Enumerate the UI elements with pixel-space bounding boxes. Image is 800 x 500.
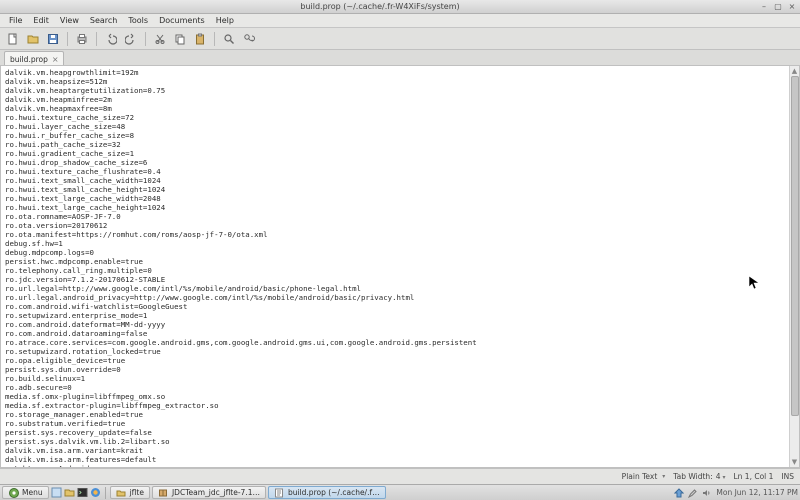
tab-buildprop[interactable]: build.prop × bbox=[4, 51, 64, 65]
new-file-button[interactable] bbox=[4, 30, 22, 48]
tab-close-button[interactable]: × bbox=[52, 55, 59, 64]
menu-tools[interactable]: Tools bbox=[123, 15, 153, 26]
print-button[interactable] bbox=[73, 30, 91, 48]
menu-file[interactable]: File bbox=[4, 15, 27, 26]
paste-button[interactable] bbox=[191, 30, 209, 48]
taskbar-item-jdcteam[interactable]: JDCTeam_jdc_jflte-7.1… bbox=[152, 486, 266, 499]
scroll-down-arrow-icon[interactable]: ▼ bbox=[790, 457, 799, 467]
open-folder-icon bbox=[27, 33, 39, 45]
tray-pen-icon[interactable] bbox=[688, 488, 698, 498]
search-icon bbox=[223, 33, 235, 45]
scrollbar-thumb[interactable] bbox=[791, 76, 799, 416]
syntax-selector[interactable]: Plain Text bbox=[622, 472, 666, 481]
archive-icon bbox=[158, 487, 169, 498]
taskbar-item-buildprop[interactable]: build.prop (~/.cache/.f… bbox=[268, 486, 386, 499]
find-button[interactable] bbox=[220, 30, 238, 48]
taskbar-item-label: build.prop (~/.cache/.f… bbox=[288, 488, 380, 497]
find-replace-button[interactable] bbox=[240, 30, 258, 48]
toolbar-separator bbox=[96, 32, 97, 46]
text-editor[interactable]: dalvik.vm.heapgrowthlimit=192m dalvik.vm… bbox=[1, 66, 789, 467]
toolbar-separator bbox=[67, 32, 68, 46]
system-tray: Mon Jun 12, 11:17 PM bbox=[674, 488, 798, 498]
toolbar bbox=[0, 28, 800, 50]
window-close-button[interactable]: × bbox=[786, 2, 798, 12]
mouse-cursor-icon bbox=[749, 276, 759, 290]
paste-icon bbox=[194, 33, 206, 45]
browser-launcher[interactable] bbox=[90, 487, 101, 498]
taskbar-item-label: JDCTeam_jdc_jflte-7.1… bbox=[172, 488, 260, 497]
tray-volume-icon[interactable] bbox=[702, 488, 712, 498]
scroll-up-arrow-icon[interactable]: ▲ bbox=[790, 66, 799, 76]
cut-button[interactable] bbox=[151, 30, 169, 48]
tray-clock[interactable]: Mon Jun 12, 11:17 PM bbox=[716, 488, 798, 497]
new-file-icon bbox=[7, 33, 19, 45]
taskbar-separator bbox=[105, 487, 106, 499]
scrollbar-track[interactable] bbox=[790, 76, 799, 457]
folder-icon bbox=[116, 487, 127, 498]
save-button[interactable] bbox=[44, 30, 62, 48]
taskbar-item-jflte[interactable]: jflte bbox=[110, 486, 150, 499]
cut-icon bbox=[154, 33, 166, 45]
copy-icon bbox=[174, 33, 186, 45]
undo-button[interactable] bbox=[102, 30, 120, 48]
os-taskbar: Menu jflte JDCTeam_jdc_jflte-7.1… build.… bbox=[0, 484, 800, 500]
menu-edit[interactable]: Edit bbox=[28, 15, 54, 26]
toolbar-separator bbox=[145, 32, 146, 46]
tray-update-icon[interactable] bbox=[674, 488, 684, 498]
copy-button[interactable] bbox=[171, 30, 189, 48]
menu-documents[interactable]: Documents bbox=[154, 15, 210, 26]
save-icon bbox=[47, 33, 59, 45]
menu-search[interactable]: Search bbox=[85, 15, 122, 26]
print-icon bbox=[76, 33, 88, 45]
menu-icon bbox=[8, 487, 19, 498]
start-menu-button[interactable]: Menu bbox=[2, 486, 49, 499]
menu-help[interactable]: Help bbox=[211, 15, 239, 26]
vertical-scrollbar[interactable]: ▲ ▼ bbox=[789, 66, 799, 467]
editor-content[interactable]: dalvik.vm.heapgrowthlimit=192m dalvik.vm… bbox=[1, 66, 789, 467]
window-titlebar: build.prop (~/.cache/.fr-W4XiFs/system) … bbox=[0, 0, 800, 14]
tab-label: build.prop bbox=[10, 55, 48, 64]
window-maximize-button[interactable]: ▢ bbox=[772, 2, 784, 12]
undo-icon bbox=[105, 33, 117, 45]
redo-icon bbox=[125, 33, 137, 45]
insert-mode[interactable]: INS bbox=[781, 472, 794, 481]
window-title: build.prop (~/.cache/.fr-W4XiFs/system) bbox=[2, 2, 758, 11]
cursor-position: Ln 1, Col 1 bbox=[733, 472, 773, 481]
open-button[interactable] bbox=[24, 30, 42, 48]
file-manager-launcher[interactable] bbox=[64, 487, 75, 498]
toolbar-separator bbox=[214, 32, 215, 46]
menu-view[interactable]: View bbox=[55, 15, 84, 26]
window-minimize-button[interactable]: – bbox=[758, 2, 770, 12]
redo-button[interactable] bbox=[122, 30, 140, 48]
tab-strip: build.prop × bbox=[0, 50, 800, 66]
tabwidth-label: Tab Width: bbox=[673, 472, 712, 481]
terminal-launcher[interactable] bbox=[77, 487, 88, 498]
find-replace-icon bbox=[243, 33, 255, 45]
text-editor-icon bbox=[274, 487, 285, 498]
tabwidth-value[interactable]: 4 bbox=[716, 472, 726, 481]
editor-statusbar: Plain Text Tab Width: 4 Ln 1, Col 1 INS bbox=[0, 468, 800, 484]
tabwidth-indicator[interactable]: Tab Width: 4 bbox=[673, 472, 725, 481]
start-menu-label: Menu bbox=[22, 488, 43, 497]
menubar: File Edit View Search Tools Documents He… bbox=[0, 14, 800, 28]
editor-area: dalvik.vm.heapgrowthlimit=192m dalvik.vm… bbox=[0, 66, 800, 468]
show-desktop-button[interactable] bbox=[51, 487, 62, 498]
taskbar-item-label: jflte bbox=[130, 488, 144, 497]
